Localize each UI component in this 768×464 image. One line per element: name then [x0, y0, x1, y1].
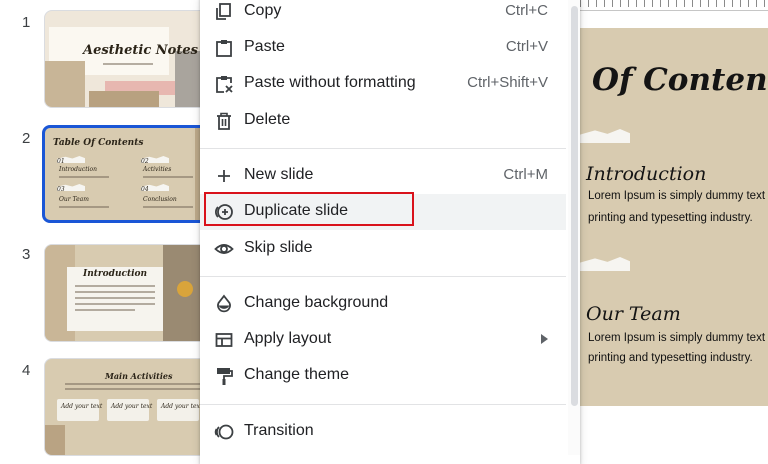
- slide-thumbnail-3[interactable]: Introduction: [44, 244, 222, 342]
- menu-separator: [200, 404, 566, 405]
- slide-thumb-title: Main Activities: [105, 371, 173, 381]
- slide-number: 2: [22, 130, 31, 147]
- shortcut: Ctrl+V: [505, 38, 548, 55]
- menu-item-duplicate-slide[interactable]: Duplicate slide: [200, 192, 566, 230]
- section-heading: Introduction: [586, 163, 707, 185]
- menu-item-paste[interactable]: Paste Ctrl+V: [200, 30, 566, 66]
- menu-item-label: Delete: [244, 111, 291, 128]
- toc-item: Activities: [143, 166, 172, 173]
- slide-number: 4: [22, 362, 31, 379]
- slide-filmstrip: 1 Aesthetic Notes 2 Table Of Contents 01…: [0, 0, 222, 456]
- slide-thumb-title: Table Of Contents: [53, 138, 144, 148]
- slide-thumbnail-2-selected[interactable]: Table Of Contents 01 02 03 04 Introducti…: [42, 125, 222, 223]
- horizontal-ruler: [580, 0, 768, 11]
- transition-icon: [214, 422, 234, 442]
- menu-item-label: Copy: [244, 2, 282, 19]
- menu-item-change-background[interactable]: Change background: [200, 286, 566, 322]
- menu-item-label: Apply layout: [244, 330, 332, 347]
- menu-item-label: Paste without formatting: [244, 74, 416, 91]
- shortcut: Ctrl+Shift+V: [467, 74, 548, 91]
- section-text: printing and typesetting industry.: [588, 212, 753, 224]
- section-text: Lorem Ipsum is simply dummy text of: [588, 332, 768, 344]
- copy-icon: [214, 2, 234, 22]
- section-text: printing and typesetting industry.: [588, 352, 753, 364]
- slide-thumb-title: Introduction: [83, 269, 148, 279]
- menu-item-change-theme[interactable]: Change theme: [200, 358, 566, 394]
- slide-thumb-title: Aesthetic Notes: [83, 43, 198, 58]
- menu-item-paste-without-formatting[interactable]: Paste without formatting Ctrl+Shift+V: [200, 66, 566, 102]
- scrollbar-thumb[interactable]: [571, 6, 578, 406]
- paint-roller-icon: [214, 366, 234, 386]
- tag: 01: [57, 158, 65, 165]
- slide-thumbnail-1[interactable]: Aesthetic Notes: [44, 10, 222, 108]
- menu-item-label: Duplicate slide: [244, 202, 349, 219]
- card-label: Add your text: [161, 403, 203, 410]
- menu-item-label: Transition: [244, 422, 314, 439]
- trash-icon: [214, 111, 234, 131]
- menu-item-delete[interactable]: Delete: [200, 103, 566, 139]
- plus-icon: [214, 166, 234, 186]
- paste-plain-icon: [214, 74, 234, 94]
- section-text: Lorem Ipsum is simply dummy text of: [588, 190, 768, 202]
- menu-item-new-slide[interactable]: New slide Ctrl+M: [200, 158, 566, 194]
- layout-icon: [214, 330, 234, 350]
- card-label: Add your text: [111, 403, 153, 410]
- menu-item-label: Paste: [244, 38, 285, 55]
- tag: 04: [141, 186, 149, 193]
- slide-canvas[interactable]: Of Contents Introduction Lorem Ipsum is …: [580, 0, 768, 455]
- droplet-icon: [214, 294, 234, 314]
- card-label: Add your text: [61, 403, 103, 410]
- paste-icon: [214, 38, 234, 58]
- context-menu: Copy Ctrl+C Paste Ctrl+V Paste without f…: [200, 0, 580, 464]
- eye-icon: [214, 239, 234, 259]
- slide-title: Of Contents: [592, 62, 768, 98]
- slide-number: 1: [22, 14, 31, 31]
- menu-separator: [200, 148, 566, 149]
- menu-item-label: Change theme: [244, 366, 349, 383]
- toc-item: Conclusion: [143, 196, 177, 203]
- duplicate-icon: [214, 202, 234, 222]
- tag: 02: [141, 158, 149, 165]
- toc-item: Introduction: [59, 166, 97, 173]
- current-slide[interactable]: Of Contents Introduction Lorem Ipsum is …: [580, 28, 768, 406]
- slide-number: 3: [22, 246, 31, 263]
- menu-item-copy[interactable]: Copy Ctrl+C: [200, 0, 566, 30]
- section-heading: Our Team: [586, 303, 681, 325]
- tag: 03: [57, 186, 65, 193]
- toc-item: Our Team: [59, 196, 89, 203]
- menu-item-label: Change background: [244, 294, 389, 311]
- slide-thumbnail-4[interactable]: Main Activities Add your text Add your t…: [44, 358, 222, 456]
- menu-separator: [200, 276, 566, 277]
- menu-item-label: New slide: [244, 166, 314, 183]
- menu-item-transition[interactable]: Transition: [200, 414, 566, 450]
- menu-scrollbar[interactable]: [568, 0, 580, 455]
- menu-item-skip-slide[interactable]: Skip slide: [200, 231, 566, 267]
- shortcut: Ctrl+M: [503, 166, 548, 183]
- shortcut: Ctrl+C: [505, 2, 548, 19]
- submenu-arrow-icon: [541, 334, 548, 344]
- menu-item-label: Skip slide: [244, 239, 313, 256]
- menu-item-apply-layout[interactable]: Apply layout: [200, 322, 566, 358]
